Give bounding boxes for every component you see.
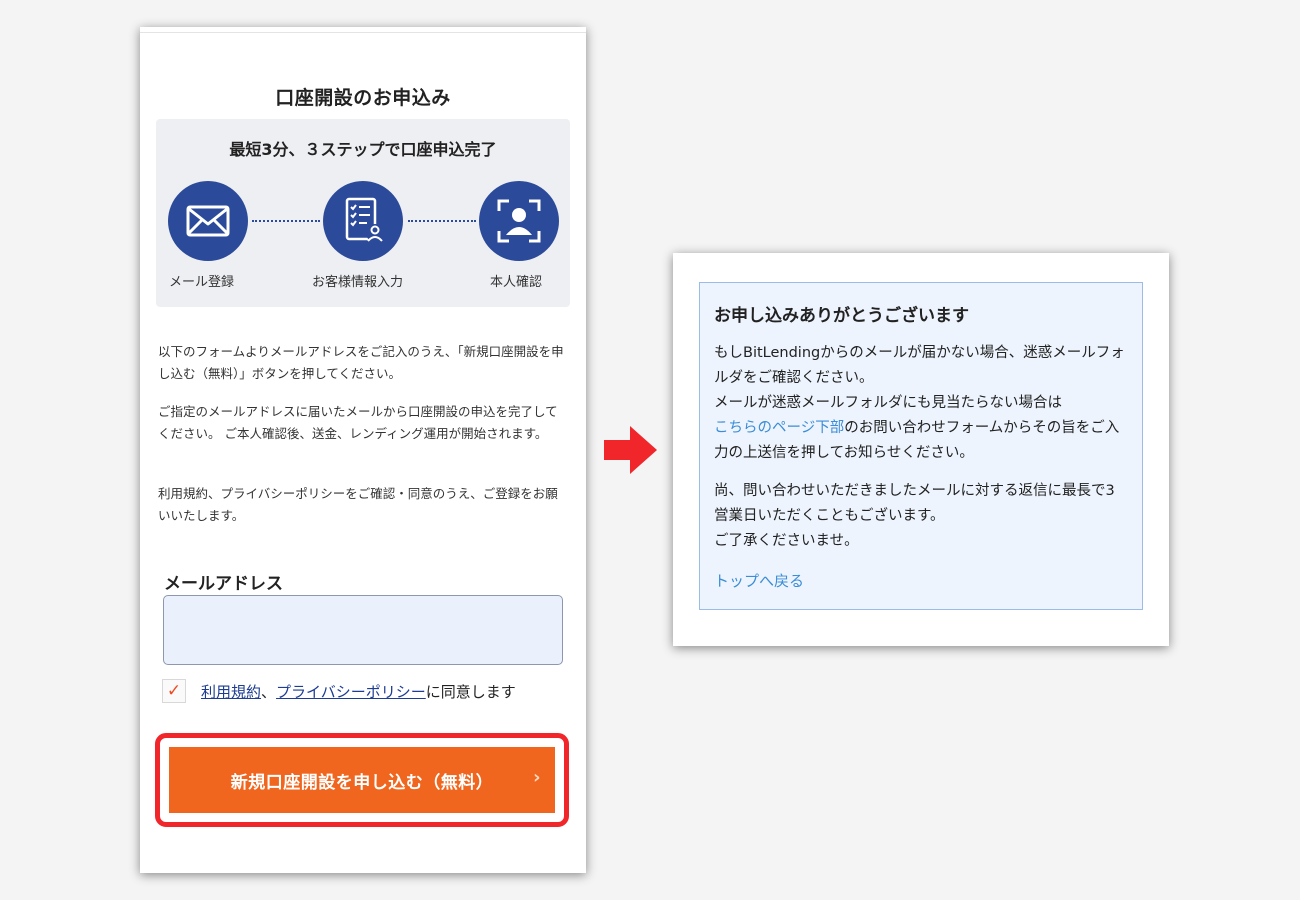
- terms-link[interactable]: 利用規約: [201, 683, 261, 701]
- notice-title: お申し込みありがとうございます: [714, 306, 969, 326]
- steps-heading: 最短3分、３ステップで口座申込完了: [229, 140, 497, 159]
- instruction-paragraph: ご指定のメールアドレスに届いたメールから口座開設の申込を完了してください。 ご本…: [158, 404, 558, 441]
- submit-button[interactable]: 新規口座開設を申し込む（無料） ›: [169, 747, 555, 813]
- steps-panel: 最短3分、３ステップで口座申込完了 メール登録 お客様情報入力 本人確認: [156, 119, 570, 307]
- form-checklist-icon: [345, 197, 384, 242]
- confirmation-screen: お申し込みありがとうございます もしBitLendingからのメールが届かない場…: [673, 253, 1169, 646]
- step-label-mail: メール登録: [169, 275, 235, 290]
- notice-text: ご了承くださいませ。: [714, 533, 859, 549]
- step-connector: [408, 220, 476, 222]
- email-input[interactable]: [163, 595, 563, 665]
- step-connector: [252, 220, 320, 222]
- notice-text: メールが迷惑メールフォルダにも見当たらない場合は: [714, 395, 1062, 411]
- instruction-paragraph: 以下のフォームよりメールアドレスをご記入のうえ、「新規口座開設を申し込む（無料）…: [158, 344, 564, 381]
- step-label-customer-info: お客様情報入力: [312, 275, 404, 290]
- contact-page-link[interactable]: こちらのページ下部: [714, 420, 844, 436]
- top-divider: [140, 32, 586, 33]
- signup-screen: 口座開設のお申込み 最短3分、３ステップで口座申込完了 メール登録 お客様情報入…: [140, 27, 586, 873]
- notice-text: もしBitLendingからのメールが届かない場合、迷惑メールフォルダをご確認く…: [714, 345, 1125, 386]
- step-mail: [168, 181, 248, 261]
- mail-icon: [186, 205, 230, 237]
- confirmation-notice: お申し込みありがとうございます もしBitLendingからのメールが届かない場…: [699, 282, 1143, 610]
- agreement-separator: 、: [261, 683, 277, 701]
- step-identity: [479, 181, 559, 261]
- chevron-right-icon: ›: [533, 767, 541, 788]
- step-customer-info: [323, 181, 403, 261]
- agreement-row: ✓ 利用規約、プライバシーポリシーに同意します: [162, 679, 562, 705]
- submit-highlight-frame: 新規口座開設を申し込む（無料） ›: [155, 733, 569, 827]
- back-to-top-link[interactable]: トップへ戻る: [714, 570, 804, 591]
- agree-checkbox[interactable]: ✓: [162, 679, 186, 703]
- submit-button-label: 新規口座開設を申し込む（無料）: [230, 772, 494, 793]
- notice-text: 尚、問い合わせいただきましたメールに対する返信に最長で3営業日いただくこともござ…: [714, 483, 1115, 524]
- instruction-paragraph: 利用規約、プライバシーポリシーをご確認・同意のうえ、ご登録をお願いいたします。: [158, 486, 558, 523]
- notice-body: もしBitLendingからのメールが届かない場合、迷惑メールフォルダをご確認く…: [714, 341, 1129, 466]
- notice-body: 尚、問い合わせいただきましたメールに対する返信に最長で3営業日いただくこともござ…: [714, 479, 1129, 554]
- email-label: メールアドレス: [164, 574, 283, 594]
- face-scan-icon: [497, 199, 541, 243]
- privacy-policy-link[interactable]: プライバシーポリシー: [276, 683, 426, 701]
- arrow-right-icon: [604, 426, 657, 474]
- page-title: 口座開設のお申込み: [275, 87, 451, 109]
- agreement-suffix: に同意します: [425, 683, 516, 701]
- agreement-text: 利用規約、プライバシーポリシーに同意します: [201, 681, 516, 702]
- step-label-identity: 本人確認: [490, 275, 543, 290]
